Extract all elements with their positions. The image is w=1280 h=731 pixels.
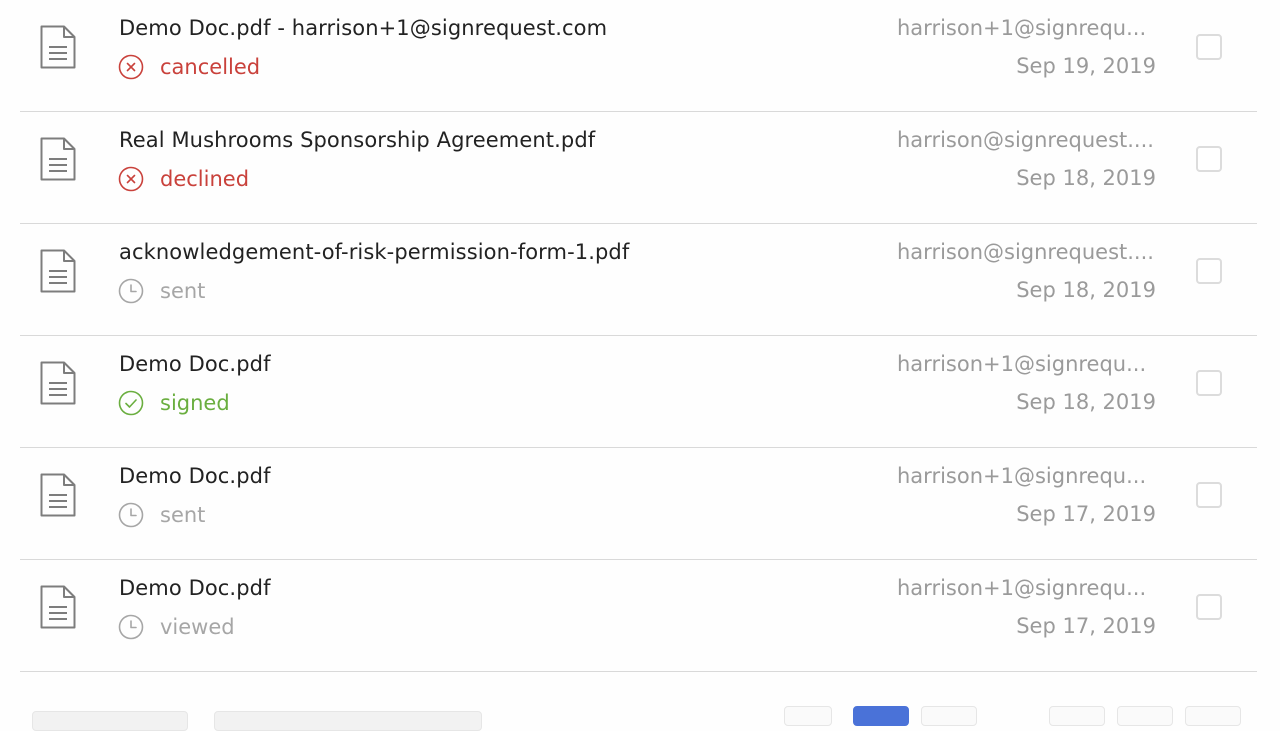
document-icon [40,361,76,405]
pagination-page[interactable] [921,706,977,726]
status-label: declined [160,167,250,191]
pagination-page-active[interactable] [853,706,909,726]
document-title[interactable]: Demo Doc.pdf [119,464,271,488]
row-select-checkbox[interactable] [1196,258,1222,284]
document-title[interactable]: acknowledgement-of-risk-permission-form-… [119,240,629,264]
row-select-checkbox[interactable] [1196,146,1222,172]
bulk-action-button[interactable] [32,711,188,731]
document-date: Sep 18, 2019 [1016,278,1156,302]
row-divider [20,671,1257,672]
status-badge: sent [118,502,205,528]
row-select-checkbox[interactable] [1196,594,1222,620]
row-select-checkbox[interactable] [1196,34,1222,60]
pagination-page[interactable] [1117,706,1173,726]
bottom-toolbar [0,700,1280,731]
status-label: viewed [160,615,235,639]
pagination-page[interactable] [1049,706,1105,726]
document-date: Sep 18, 2019 [1016,166,1156,190]
sender-email: harrison+1@signrequ... [897,352,1147,376]
document-title[interactable]: Real Mushrooms Sponsorship Agreement.pdf [119,128,595,152]
document-row[interactable]: Demo Doc.pdf signed harrison+1@signrequ.… [0,336,1280,448]
document-icon [40,473,76,517]
filter-dropdown[interactable] [214,711,482,731]
clock-icon [118,502,144,528]
document-title[interactable]: Demo Doc.pdf [119,352,271,376]
document-icon [40,25,76,69]
status-label: signed [160,391,230,415]
document-title[interactable]: Demo Doc.pdf - harrison+1@signrequest.co… [119,16,607,40]
document-row[interactable]: Demo Doc.pdf - harrison+1@signrequest.co… [0,0,1280,112]
check-circle-icon [118,390,144,416]
document-row[interactable]: Demo Doc.pdf viewed harrison+1@signrequ.… [0,560,1280,672]
pagination-prev-button[interactable] [784,706,832,726]
sender-email: harrison@signrequest.... [897,240,1154,264]
status-label: sent [160,279,206,303]
clock-icon [118,614,144,640]
document-date: Sep 19, 2019 [1016,54,1156,78]
status-badge: cancelled [118,54,260,80]
status-badge: declined [118,166,249,192]
document-date: Sep 17, 2019 [1016,614,1156,638]
document-icon [40,249,76,293]
document-date: Sep 17, 2019 [1016,502,1156,526]
row-select-checkbox[interactable] [1196,370,1222,396]
x-circle-icon [118,54,144,80]
row-select-checkbox[interactable] [1196,482,1222,508]
sender-email: harrison+1@signrequ... [897,16,1147,40]
document-title[interactable]: Demo Doc.pdf [119,576,271,600]
document-row[interactable]: Real Mushrooms Sponsorship Agreement.pdf… [0,112,1280,224]
x-circle-icon [118,166,144,192]
document-row[interactable]: Demo Doc.pdf sent harrison+1@signrequ...… [0,448,1280,560]
document-date: Sep 18, 2019 [1016,390,1156,414]
sender-email: harrison@signrequest.... [897,128,1154,152]
status-label: sent [160,503,206,527]
pagination-next-button[interactable] [1185,706,1241,726]
status-badge: viewed [118,614,235,640]
status-badge: sent [118,278,205,304]
sender-email: harrison+1@signrequ... [897,576,1147,600]
status-badge: signed [118,390,230,416]
sender-email: harrison+1@signrequ... [897,464,1147,488]
document-icon [40,137,76,181]
document-icon [40,585,76,629]
status-label: cancelled [160,55,261,79]
document-row[interactable]: acknowledgement-of-risk-permission-form-… [0,224,1280,336]
clock-icon [118,278,144,304]
